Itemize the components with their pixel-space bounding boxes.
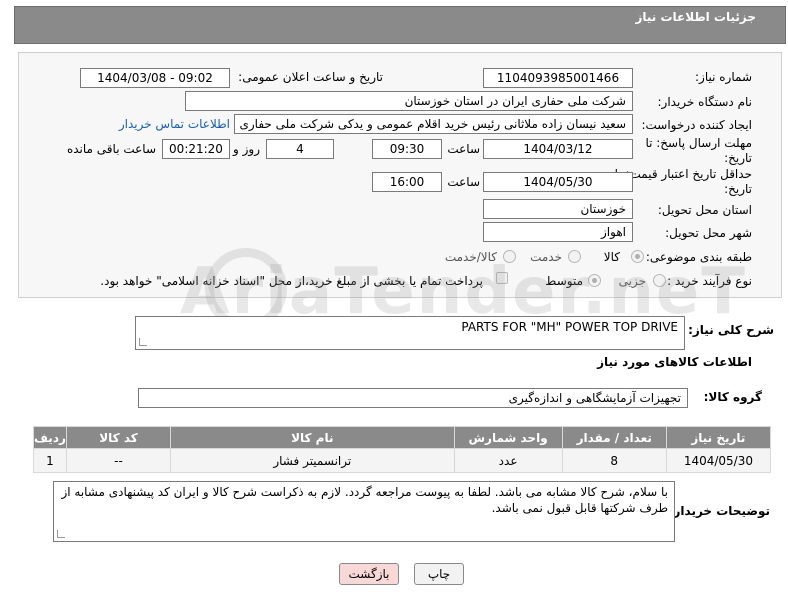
cell-code: -- [65,448,172,473]
buyer-notes-label: توضیحات خریدار: [668,504,770,518]
price-validity-date[interactable]: 1404/05/30 [483,172,633,192]
price-time-label: ساعت [447,175,480,189]
cell-name: ترانسمیتر فشار [170,448,455,473]
table-row[interactable]: 1 -- ترانسمیتر فشار عدد 8 1404/05/30 [33,448,772,473]
items-table: ردیف کد کالا نام کالا واحد شمارش تعداد /… [33,426,772,473]
need-number-field[interactable]: 1104093985001466 [483,68,633,88]
col-code: کد کالا [65,426,172,449]
goods-group-label: گروه کالا: [703,390,762,404]
announce-datetime-label: تاریخ و ساعت اعلان عمومی: [238,70,383,84]
delivery-city-label: شهر محل تحویل: [665,226,752,240]
buyer-contact-link[interactable]: اطلاعات تماس خریدار [119,117,230,131]
delivery-province-field[interactable]: خوزستان [483,199,633,219]
reply-time-label: ساعت [447,142,480,156]
price-validity-time[interactable]: 16:00 [372,172,442,192]
description-label: شرح کلی نیاز: [688,323,774,337]
reply-deadline-time[interactable]: 09:30 [372,139,442,159]
delivery-city-field[interactable]: اهواز [483,222,633,242]
cell-row: 1 [33,448,67,473]
delivery-province-label: استان محل تحویل: [657,203,752,217]
reply-days-label: روز و [233,142,260,156]
price-validity-label: حداقل تاریخ اعتبار قیمت: تا تاریخ: [614,167,752,196]
goods-group-field[interactable]: تجهیزات آزمایشگاهی و اندازه‌گیری [138,388,688,408]
description-field[interactable]: PARTS FOR "MH" POWER TOP DRIVE [135,316,685,350]
cell-date: 1404/05/30 [665,448,772,473]
announce-datetime-field[interactable]: 1404/03/08 - 09:02 [80,68,230,88]
back-button[interactable]: بازگشت [339,563,399,585]
cell-qty: 8 [561,448,667,473]
print-button[interactable]: چاپ [414,563,464,585]
buyer-org-label: نام دستگاه خریدار: [657,95,753,109]
remaining-time-label: ساعت باقی مانده [66,142,156,156]
col-name: نام کالا [170,426,455,449]
reply-days-field[interactable]: 4 [266,139,334,159]
buyer-notes-field[interactable]: با سلام، شرح کالا مشابه می باشد. لطفا به… [53,481,675,542]
remaining-time-field[interactable]: 00:21:20 [162,139,230,159]
cell-unit: عدد [453,448,563,473]
requester-label: ایجاد کننده درخواست: [641,118,752,132]
col-qty: تعداد / مقدار [561,426,667,449]
col-row: ردیف [33,426,67,449]
col-unit: واحد شمارش [453,426,563,449]
page-title: جزئیات اطلاعات نیاز [635,10,756,24]
col-date: تاریخ نیاز [665,426,772,449]
need-number-label: شماره نیاز: [695,70,752,84]
items-section-title: اطلاعات کالاهای مورد نیاز [597,355,752,369]
buyer-org-field[interactable]: شرکت ملی حفاری ایران در استان خوزستان [185,91,633,111]
requester-field[interactable]: سعید نیسان زاده ملاثانی رئیس خرید اقلام … [234,114,633,134]
reply-deadline-label: مهلت ارسال پاسخ: تا تاریخ: [645,136,752,165]
reply-deadline-date[interactable]: 1404/03/12 [483,139,633,159]
